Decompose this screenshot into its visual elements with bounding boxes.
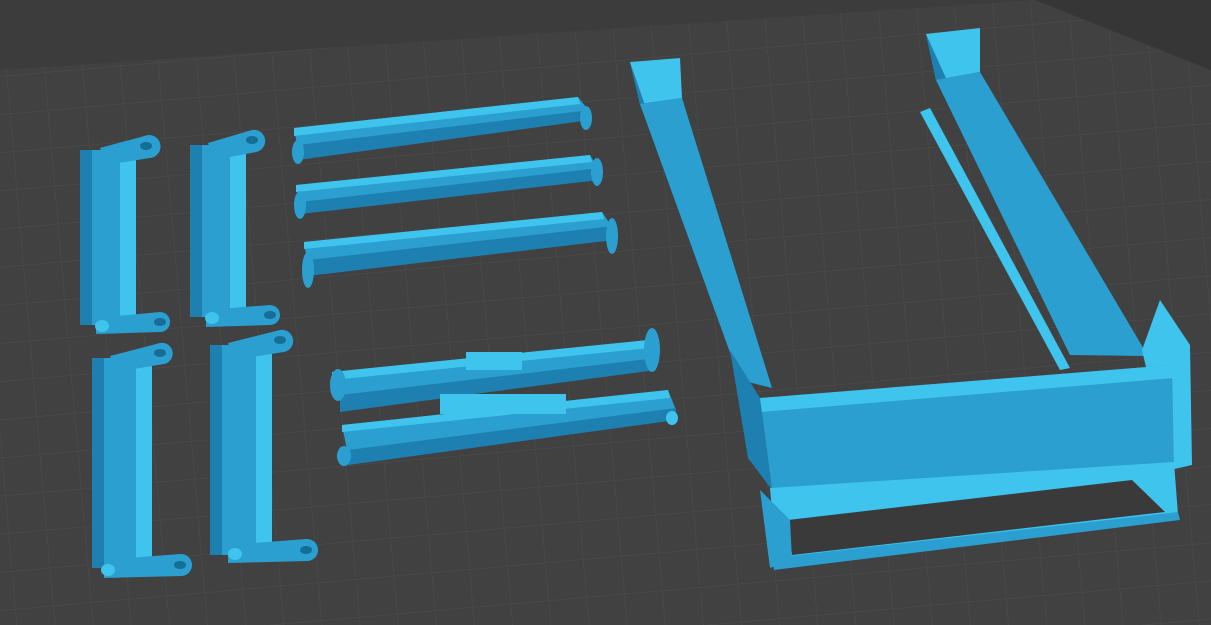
build-plate-viewport[interactable] bbox=[0, 0, 1211, 625]
scene-canvas bbox=[0, 0, 1211, 625]
